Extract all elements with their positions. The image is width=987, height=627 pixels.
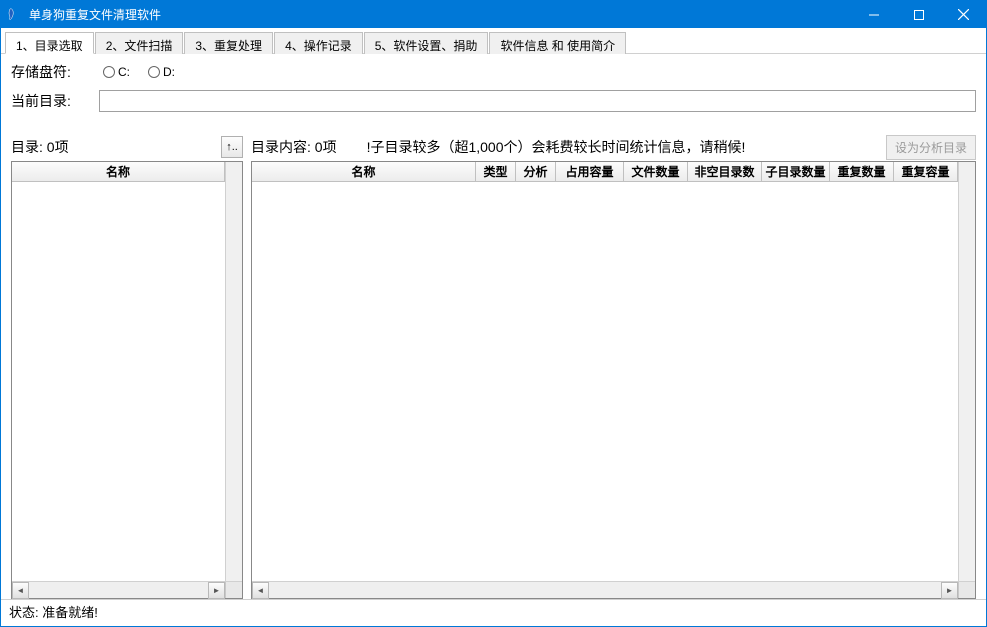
current-dir-input[interactable]	[99, 90, 976, 112]
col-name[interactable]: 名称	[252, 162, 476, 181]
left-vscroll[interactable]	[225, 162, 242, 581]
left-hscroll[interactable]: ◄ ►	[12, 581, 242, 598]
close-button[interactable]	[941, 1, 986, 28]
right-pane-header: 目录内容: 0项 !子目录较多（超1,000个）会耗费较长时间统计信息，请稍候!…	[251, 136, 976, 158]
col-type[interactable]: 类型	[476, 162, 516, 181]
col-analyze[interactable]: 分析	[516, 162, 556, 181]
tab-file-scan[interactable]: 2、文件扫描	[95, 32, 184, 54]
lists-row: 目录: 0项 ↑.. 名称 ◄ ►	[11, 136, 976, 599]
right-vscroll[interactable]	[958, 162, 975, 581]
app-icon	[7, 7, 23, 23]
window-title: 单身狗重复文件清理软件	[29, 6, 851, 23]
col-subdir-count[interactable]: 子目录数量	[762, 162, 830, 181]
scroll-right-icon[interactable]: ►	[208, 582, 225, 599]
maximize-button[interactable]	[896, 1, 941, 28]
scroll-left-icon[interactable]: ◄	[12, 582, 29, 599]
radio-icon	[148, 66, 160, 78]
left-pane-header: 目录: 0项 ↑..	[11, 136, 243, 158]
right-grid: 名称 类型 分析 占用容量 文件数量 非空目录数 子目录数量 重复数量 重复容量	[251, 161, 976, 599]
tab-settings-donate[interactable]: 5、软件设置、捐助	[364, 32, 489, 54]
current-dir-row: 当前目录:	[11, 90, 976, 112]
tab-bar: 1、目录选取 2、文件扫描 3、重复处理 4、操作记录 5、软件设置、捐助 软件…	[1, 28, 986, 54]
current-dir-label: 当前目录:	[11, 91, 91, 111]
right-hscroll[interactable]: ◄ ►	[252, 581, 975, 598]
content-area: 存储盘符: C: D: 当前目录: 目录: 0项 ↑..	[1, 54, 986, 599]
drive-radio-c-label: C:	[118, 65, 130, 79]
scroll-right-icon[interactable]: ►	[941, 582, 958, 599]
right-grid-body[interactable]	[252, 182, 958, 581]
col-file-count[interactable]: 文件数量	[624, 162, 688, 181]
left-grid-header: 名称	[12, 162, 225, 182]
right-pane: 目录内容: 0项 !子目录较多（超1,000个）会耗费较长时间统计信息，请稍候!…	[251, 136, 976, 599]
drive-radio-c[interactable]: C:	[103, 65, 130, 79]
tab-info-guide[interactable]: 软件信息 和 使用简介	[489, 32, 626, 54]
col-size[interactable]: 占用容量	[556, 162, 624, 181]
col-name[interactable]: 名称	[12, 162, 225, 181]
left-pane: 目录: 0项 ↑.. 名称 ◄ ►	[11, 136, 243, 599]
up-directory-button[interactable]: ↑..	[221, 136, 243, 158]
right-count-label: 目录内容: 0项	[251, 137, 337, 157]
right-grid-header: 名称 类型 分析 占用容量 文件数量 非空目录数 子目录数量 重复数量 重复容量	[252, 162, 958, 182]
drive-radio-d-label: D:	[163, 65, 175, 79]
tab-duplicate-handle[interactable]: 3、重复处理	[184, 32, 273, 54]
radio-icon	[103, 66, 115, 78]
statusbar: 状态: 准备就绪!	[1, 599, 986, 623]
tab-directory-select[interactable]: 1、目录选取	[5, 32, 94, 54]
left-grid-body[interactable]	[12, 182, 225, 581]
drive-label: 存储盘符:	[11, 62, 91, 82]
left-count-label: 目录: 0项	[11, 137, 69, 157]
drive-radio-group: C: D:	[103, 65, 175, 79]
right-info-text: !子目录较多（超1,000个）会耗费较长时间统计信息，请稍候!	[367, 137, 746, 157]
scroll-left-icon[interactable]: ◄	[252, 582, 269, 599]
drive-row: 存储盘符: C: D:	[11, 62, 976, 82]
col-dup-size[interactable]: 重复容量	[894, 162, 958, 181]
col-dup-count[interactable]: 重复数量	[830, 162, 894, 181]
left-grid: 名称 ◄ ►	[11, 161, 243, 599]
minimize-button[interactable]	[851, 1, 896, 28]
col-nonempty-dir-count[interactable]: 非空目录数	[688, 162, 762, 181]
tab-operation-log[interactable]: 4、操作记录	[274, 32, 363, 54]
window-controls	[851, 1, 986, 28]
status-text: 状态: 准备就绪!	[9, 602, 98, 621]
set-analyze-dir-button: 设为分析目录	[886, 135, 976, 160]
titlebar: 单身狗重复文件清理软件	[1, 1, 986, 28]
drive-radio-d[interactable]: D:	[148, 65, 175, 79]
